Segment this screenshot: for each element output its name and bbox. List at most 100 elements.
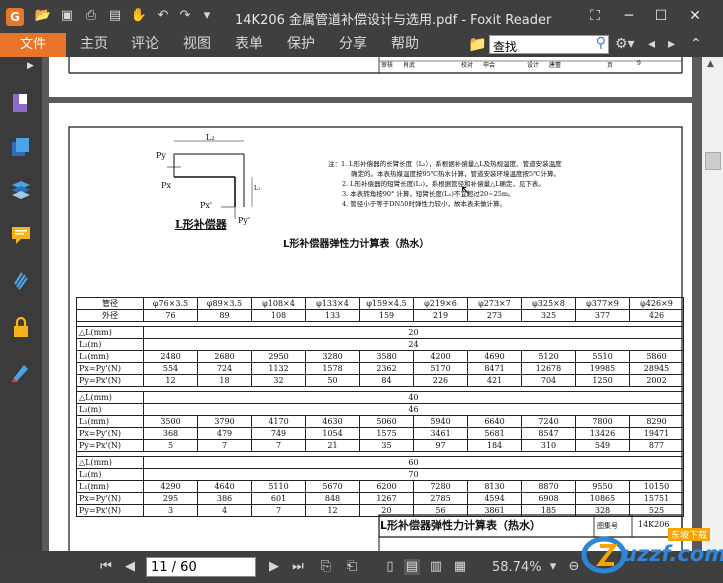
- diagram-label-py-prime: Py': [238, 216, 251, 225]
- sig-cell: 设计: [527, 62, 540, 69]
- signature-icon[interactable]: [9, 359, 33, 383]
- table-cell: 4690: [467, 350, 522, 363]
- customize-dropdown-icon[interactable]: ▾: [198, 8, 216, 24]
- previous-view-icon[interactable]: ⎘: [318, 559, 334, 575]
- foxit-logo-icon[interactable]: G: [6, 8, 24, 26]
- table-cell: 377: [575, 309, 630, 322]
- header-cell: 外径: [76, 309, 144, 322]
- table-cell: 8547: [521, 427, 576, 440]
- row-label: L₁(mm): [76, 350, 144, 363]
- scrollbar-thumb[interactable]: [705, 152, 721, 170]
- table-cell: 7800: [575, 415, 630, 428]
- close-button[interactable]: ✕: [684, 6, 706, 26]
- merged-value-cell: 40: [143, 391, 684, 404]
- table-cell: 5: [143, 439, 198, 452]
- row-label: L₂(m): [76, 338, 144, 351]
- vertical-scrollbar[interactable]: ▲: [702, 57, 723, 551]
- row-label: Py=Px'(N): [76, 439, 144, 452]
- table-cell: 15751: [629, 492, 684, 505]
- header-cell: φ133×4: [305, 297, 360, 310]
- zoom-level[interactable]: 58.74%: [492, 560, 542, 575]
- table-row: 外径 76 89 108 133 159 219 273 325 377 426: [76, 309, 684, 322]
- previous-page-icon[interactable]: ◀: [122, 559, 138, 575]
- properties-icon[interactable]: ▤: [106, 8, 124, 24]
- maximize-button[interactable]: ☐: [650, 6, 672, 26]
- watermark-tag: 东坡下载: [668, 528, 711, 541]
- layers-icon[interactable]: [9, 135, 33, 159]
- table-cell: 1132: [251, 362, 306, 375]
- header-cell: φ219×6: [413, 297, 468, 310]
- next-page-icon[interactable]: ▶: [266, 559, 282, 575]
- table-row: L₁(mm) 2480 2680 2950 3280 3580 4200 4690 5120 55…: [76, 350, 684, 363]
- table-cell: 368: [143, 427, 198, 440]
- menu-form[interactable]: 表单: [235, 33, 263, 57]
- menu-help[interactable]: 帮助: [391, 33, 419, 57]
- first-page-icon[interactable]: ⏮: [98, 559, 114, 575]
- comments-icon[interactable]: [9, 223, 33, 247]
- table-cell: 5681: [467, 427, 522, 440]
- table-cell: 4594: [467, 492, 522, 505]
- ribbon-collapse-icon[interactable]: ⌃: [690, 33, 702, 57]
- table-cell: 5120: [521, 350, 576, 363]
- diagram-label-py: Py: [156, 151, 166, 160]
- next-view-icon[interactable]: ⎗: [344, 559, 360, 575]
- diagram-label-px-prime: Px': [200, 201, 213, 210]
- menu-file[interactable]: 文件: [0, 33, 66, 57]
- security-lock-icon[interactable]: [9, 315, 33, 339]
- folder-icon[interactable]: 📁: [468, 33, 487, 57]
- bookmarks-icon[interactable]: [9, 177, 33, 201]
- attachments-icon[interactable]: [9, 269, 33, 293]
- menu-protect[interactable]: 保护: [287, 33, 315, 57]
- continuous-facing-icon[interactable]: ▦: [452, 559, 468, 575]
- table-cell: 3500: [143, 415, 198, 428]
- minimize-button[interactable]: ─: [618, 6, 640, 26]
- table-cell: 19471: [629, 427, 684, 440]
- single-page-icon[interactable]: ▯: [382, 559, 398, 575]
- window-title: 14K206 金属管道补偿设计与选用.pdf - Foxit Reader: [235, 13, 552, 28]
- menu-comment[interactable]: 评论: [131, 33, 159, 57]
- table-cell: 549: [575, 439, 630, 452]
- undo-icon[interactable]: ↶: [154, 8, 172, 24]
- zoom-dropdown-icon[interactable]: ▾: [545, 559, 561, 575]
- table-row: L₂(m) 24: [76, 338, 684, 351]
- table-row: Px=Py'(N) 368 479 749 1054 1575 3461 5681 8547 13…: [76, 427, 684, 440]
- open-folder-icon[interactable]: 📂: [34, 8, 52, 24]
- gear-icon[interactable]: ⚙▾: [615, 33, 635, 57]
- row-label: Py=Px'(N): [76, 504, 144, 517]
- last-page-icon[interactable]: ⏭: [290, 559, 306, 575]
- table-cell: 219: [413, 309, 468, 322]
- panel-expand-icon[interactable]: ▶: [27, 61, 34, 71]
- row-label: △L(mm): [76, 456, 144, 469]
- hand-tool-icon[interactable]: ✋: [130, 8, 148, 24]
- page-thumbnails-icon[interactable]: [9, 91, 33, 115]
- header-cell: φ325×8: [521, 297, 576, 310]
- table-cell: 2680: [197, 350, 252, 363]
- fullscreen-icon[interactable]: ⛶: [584, 6, 606, 26]
- redo-icon[interactable]: ↷: [176, 8, 194, 24]
- menu-share[interactable]: 分享: [339, 33, 367, 57]
- save-icon[interactable]: ▣: [58, 8, 76, 24]
- scroll-up-icon[interactable]: ▲: [707, 59, 714, 69]
- table-cell: 421: [467, 374, 522, 387]
- page-number-input[interactable]: 11 / 60: [146, 557, 256, 577]
- print-icon[interactable]: ⎙: [82, 8, 100, 24]
- table-title: L形补偿器弹性力计算表（热水）: [283, 239, 430, 250]
- diagram-label-l2: L₂: [206, 133, 215, 142]
- note-line: 2. L形补偿器的短臂长度(L₁)，系根据管径和补偿量△L确定，见下表。: [342, 180, 545, 188]
- menu-home[interactable]: 主页: [80, 33, 108, 57]
- table-cell: 76: [143, 309, 198, 322]
- menu-view[interactable]: 视图: [183, 33, 211, 57]
- table-cell: 5510: [575, 350, 630, 363]
- table-cell: 4640: [197, 480, 252, 493]
- search-input[interactable]: [490, 38, 591, 55]
- facing-page-icon[interactable]: ▥: [428, 559, 444, 575]
- table-cell: 749: [251, 427, 306, 440]
- nav-left-icon[interactable]: ◂: [648, 33, 655, 57]
- continuous-page-icon[interactable]: ▤: [404, 559, 420, 575]
- table-cell: 5170: [413, 362, 468, 375]
- nav-right-icon[interactable]: ▸: [668, 33, 675, 57]
- table-cell: 848: [305, 492, 360, 505]
- document-view[interactable]: 审核 肖武 校对 申会 设计 唐蕾 页 9 Py Px L₂ L₁ Px' Py…: [42, 57, 702, 551]
- search-field[interactable]: ⚲: [489, 35, 609, 55]
- search-icon[interactable]: ⚲: [596, 35, 606, 51]
